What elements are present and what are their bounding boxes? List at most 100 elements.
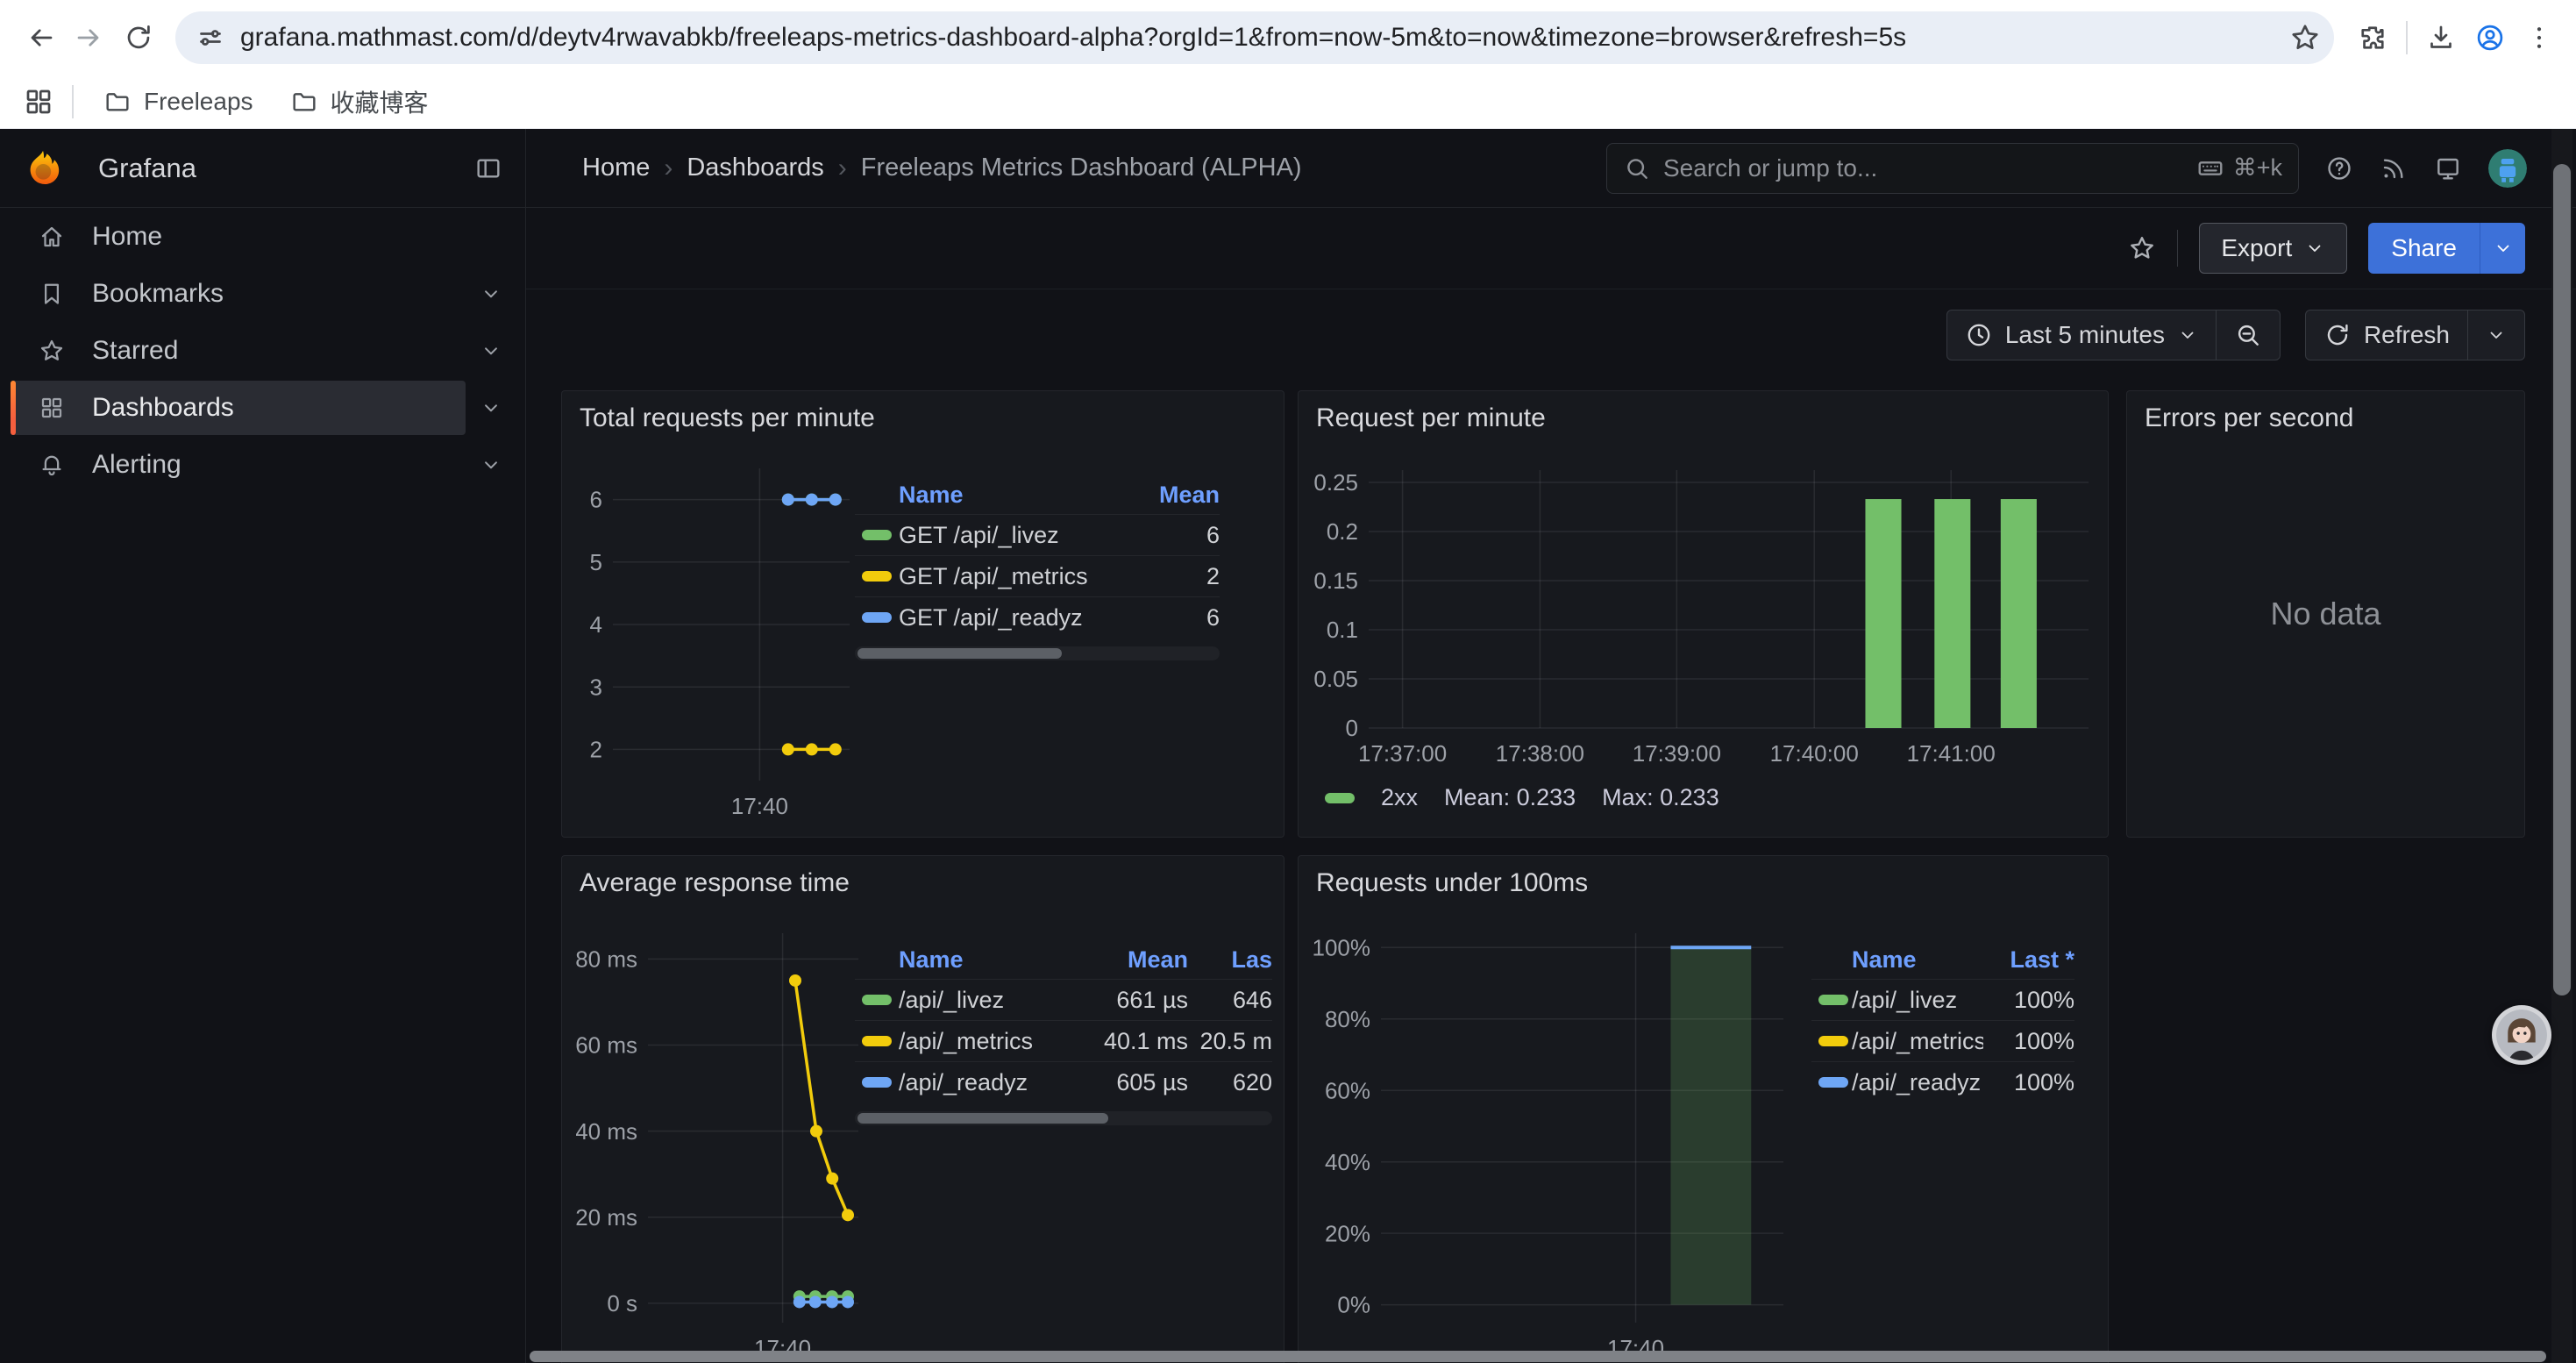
- reload-icon[interactable]: [114, 13, 163, 62]
- sidebar-item-bookmarks[interactable]: Bookmarks: [0, 266, 525, 322]
- legend-col[interactable]: Mean: [1123, 482, 1220, 509]
- horizontal-scrollbar-thumb[interactable]: [530, 1351, 2546, 1362]
- sidebar-toggle-icon[interactable]: [474, 154, 502, 182]
- site-settings-icon[interactable]: [193, 20, 228, 55]
- apps-grid-icon[interactable]: [14, 77, 63, 126]
- no-data-label: No data: [2127, 391, 2524, 837]
- refresh-interval-button[interactable]: [2468, 310, 2524, 360]
- news-icon[interactable]: [2380, 154, 2408, 182]
- request-per-minute-chart[interactable]: 0.250.20.150.10.05017:37:0017:38:0017:39…: [1311, 461, 2096, 768]
- series-name[interactable]: /api/_livez: [899, 987, 1076, 1014]
- help-icon[interactable]: [2325, 154, 2353, 182]
- forward-icon[interactable]: [65, 13, 114, 62]
- series-swatch: [862, 571, 892, 582]
- vertical-scrollbar-thumb[interactable]: [2553, 164, 2571, 995]
- search-field[interactable]: [1663, 154, 2196, 182]
- series-name[interactable]: GET /api/_readyz: [899, 604, 1123, 632]
- legend-row[interactable]: /api/_livez100%: [1811, 979, 2074, 1020]
- series-swatch: [862, 530, 892, 540]
- series-name[interactable]: /api/_readyz: [899, 1069, 1076, 1096]
- breadcrumb-dashboards[interactable]: Dashboards: [687, 153, 823, 182]
- series-name[interactable]: GET /api/_metrics: [899, 563, 1123, 590]
- extensions-icon[interactable]: [2348, 13, 2397, 62]
- series-name[interactable]: /api/_livez: [1852, 987, 1983, 1014]
- legend-row[interactable]: /api/_readyz100%: [1811, 1061, 2074, 1103]
- chevron-down-icon[interactable]: [480, 396, 502, 419]
- legend-col-name[interactable]: Name: [1852, 946, 1983, 974]
- zoom-out-icon: [2234, 321, 2262, 349]
- legend-row[interactable]: /api/_livez661 µs646: [855, 979, 1272, 1020]
- kiosk-mode-icon[interactable]: [2434, 154, 2462, 182]
- svg-text:20 ms: 20 ms: [576, 1204, 637, 1231]
- series-name[interactable]: /api/_metrics: [1852, 1028, 1983, 1055]
- sidebar-item-alerting[interactable]: Alerting: [0, 437, 525, 493]
- share-button[interactable]: Share: [2368, 223, 2480, 274]
- bookmark-folder-label: Freeleaps: [144, 88, 253, 116]
- assistant-avatar-widget[interactable]: [2492, 1005, 2551, 1065]
- svg-text:4: 4: [590, 611, 602, 638]
- series-name[interactable]: /api/_readyz: [1852, 1069, 1983, 1096]
- refresh-button[interactable]: Refresh: [2306, 310, 2467, 360]
- chevron-down-icon[interactable]: [480, 453, 502, 476]
- panel-requests-under-100ms: Requests under 100ms 100%80%60%40%20%0%1…: [1298, 855, 2109, 1363]
- profile-icon[interactable]: [2466, 13, 2515, 62]
- series-name[interactable]: 2xx: [1381, 784, 1418, 811]
- legend-scrollbar[interactable]: [855, 646, 1220, 660]
- toolbar-divider: [2406, 21, 2408, 54]
- url-bar[interactable]: grafana.mathmast.com/d/deytv4rwavabkb/fr…: [175, 11, 2334, 64]
- legend-row[interactable]: /api/_metrics40.1 ms20.5 m: [855, 1020, 1272, 1061]
- requests-under-100ms-chart[interactable]: 100%80%60%40%20%0%17:40: [1313, 924, 1790, 1363]
- search-input[interactable]: ⌘+k: [1606, 143, 2299, 194]
- legend-scrollbar-thumb[interactable]: [857, 1113, 1108, 1124]
- chevron-down-icon[interactable]: [480, 339, 502, 362]
- bookmark-folder-0[interactable]: Freeleaps: [89, 81, 267, 123]
- time-range-picker[interactable]: Last 5 minutes: [1947, 310, 2216, 360]
- svg-text:0.15: 0.15: [1313, 567, 1358, 594]
- back-icon[interactable]: [16, 13, 65, 62]
- svg-text:5: 5: [590, 549, 602, 575]
- legend-row[interactable]: GET /api/_readyz6: [855, 596, 1220, 638]
- legend-header: NameMean: [855, 475, 1220, 514]
- subheader-divider: [2177, 230, 2178, 267]
- legend-col-name[interactable]: Name: [899, 482, 1123, 509]
- bookmark-star-icon[interactable]: [2285, 18, 2325, 58]
- svg-text:80 ms: 80 ms: [576, 946, 637, 973]
- svg-text:17:41:00: 17:41:00: [1907, 740, 1996, 767]
- sidebar-item-highlight: [11, 210, 466, 264]
- user-avatar[interactable]: [2488, 149, 2527, 188]
- legend-row[interactable]: GET /api/_livez6: [855, 514, 1220, 555]
- legend-col[interactable]: Las: [1188, 946, 1272, 974]
- legend-scrollbar-thumb[interactable]: [857, 648, 1062, 659]
- breadcrumb-current: Freeleaps Metrics Dashboard (ALPHA): [861, 153, 1302, 182]
- chevron-down-icon: [2304, 238, 2325, 259]
- legend-col-name[interactable]: Name: [899, 946, 1076, 974]
- legend-row[interactable]: /api/_metrics100%: [1811, 1020, 2074, 1061]
- bookmark-folder-label: 收藏博客: [331, 84, 429, 119]
- chevron-down-icon[interactable]: [480, 282, 502, 305]
- panel-title: Average response time: [580, 868, 850, 898]
- series-swatch: [1325, 793, 1355, 803]
- total-requests-chart[interactable]: 6543217:40: [576, 460, 857, 821]
- svg-text:3: 3: [590, 674, 602, 700]
- legend-row[interactable]: /api/_readyz605 µs620: [855, 1061, 1272, 1103]
- legend-col[interactable]: Last *: [1983, 946, 2074, 974]
- sidebar-item-label: Alerting: [92, 450, 181, 480]
- legend-scrollbar[interactable]: [855, 1111, 1272, 1125]
- favorite-star-icon[interactable]: [2128, 234, 2156, 262]
- downloads-icon[interactable]: [2416, 13, 2466, 62]
- home-icon: [39, 224, 65, 250]
- share-menu-button[interactable]: [2480, 223, 2525, 274]
- series-name[interactable]: /api/_metrics: [899, 1028, 1076, 1055]
- browser-menu-icon[interactable]: [2515, 13, 2564, 62]
- export-button[interactable]: Export: [2199, 223, 2347, 274]
- zoom-out-button[interactable]: [2217, 310, 2280, 360]
- bookmark-folder-1[interactable]: 收藏博客: [276, 77, 443, 126]
- sidebar-item-dashboards[interactable]: Dashboards: [0, 380, 525, 436]
- avg-response-time-chart[interactable]: 80 ms60 ms40 ms20 ms0 s17:40: [576, 924, 865, 1363]
- breadcrumb-home[interactable]: Home: [582, 153, 650, 182]
- sidebar-item-starred[interactable]: Starred: [0, 323, 525, 379]
- legend-col[interactable]: Mean: [1076, 946, 1188, 974]
- sidebar-item-home[interactable]: Home: [0, 209, 525, 265]
- series-name[interactable]: GET /api/_livez: [899, 522, 1123, 549]
- legend-row[interactable]: GET /api/_metrics2: [855, 555, 1220, 596]
